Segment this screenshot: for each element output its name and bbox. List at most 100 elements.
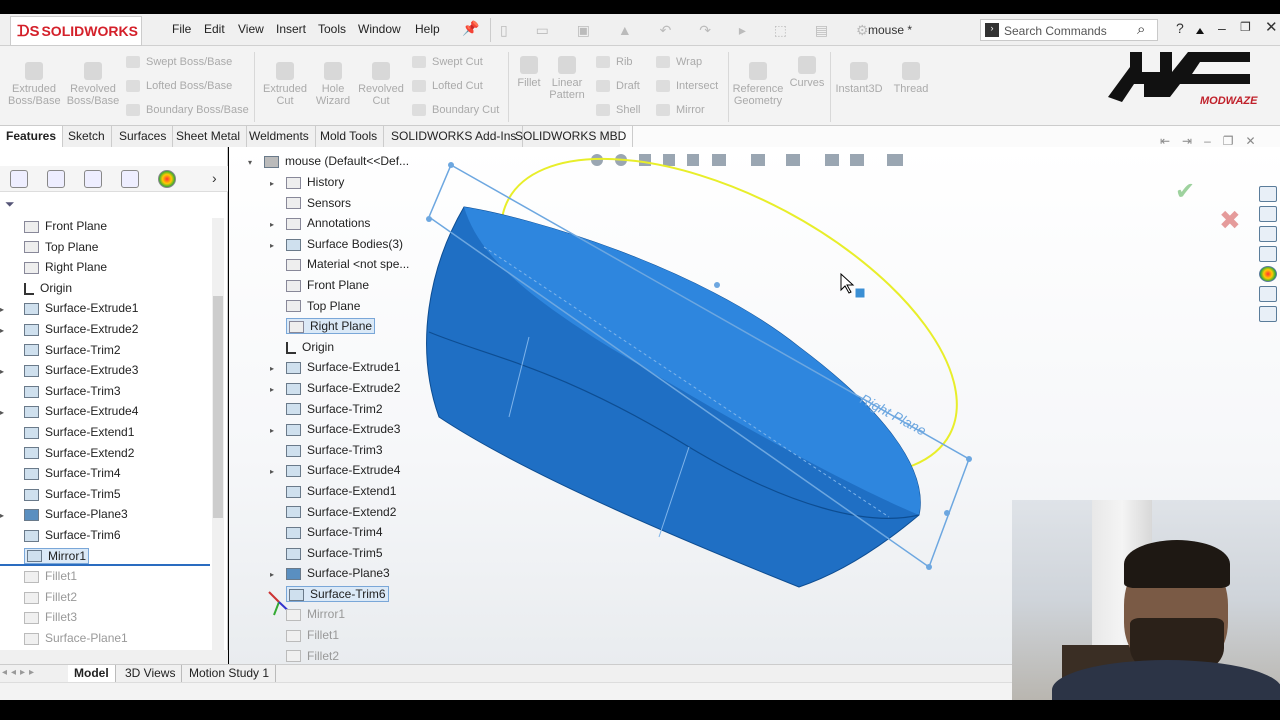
- tree-item-surface-trim6[interactable]: Surface-Trim6: [0, 525, 210, 546]
- boundary-boss-button[interactable]: Boundary Boss/Base: [126, 104, 249, 117]
- flyout-item-surface-extrude2[interactable]: ▸ Surface-Extrude2: [270, 378, 440, 399]
- tree-item-surface-extrude1[interactable]: ▸ Surface-Extrude1: [0, 298, 210, 319]
- flyout-item-surface-plane3[interactable]: ▸ Surface-Plane3: [270, 563, 440, 584]
- tree-item-surface-trim5[interactable]: Surface-Trim5: [0, 484, 210, 505]
- tree-item-surface-extend1[interactable]: Surface-Extend1: [0, 422, 210, 443]
- flyout-item-surface-bodies[interactable]: ▸ Surface Bodies(3): [270, 234, 440, 255]
- filter-icon[interactable]: ⏷: [5, 197, 19, 211]
- tree-item-surface-extrude3[interactable]: ▸ Surface-Extrude3: [0, 360, 210, 381]
- flyout-item-surface-trim6[interactable]: Surface-Trim6: [270, 584, 440, 605]
- resources-icon[interactable]: [1259, 206, 1277, 222]
- menu-file[interactable]: File: [172, 22, 191, 36]
- menu-help[interactable]: Help: [415, 22, 440, 36]
- flyout-item-surface-extend2[interactable]: Surface-Extend2: [270, 502, 440, 523]
- search-input[interactable]: Search Commands: [1004, 24, 1107, 38]
- tab-features[interactable]: Features: [0, 126, 64, 147]
- swept-boss-button[interactable]: Swept Boss/Base: [126, 56, 232, 69]
- flyout-item-top-plane[interactable]: Top Plane: [270, 296, 440, 317]
- tree-item-fillet2[interactable]: Fillet2: [0, 587, 210, 608]
- tab-motion-study[interactable]: Motion Study 1: [183, 665, 277, 682]
- tree-item-fillet1[interactable]: Fillet1: [0, 566, 210, 587]
- flyout-item-surface-extrude1[interactable]: ▸ Surface-Extrude1: [270, 357, 440, 378]
- cancel-x-icon[interactable]: ✖: [1219, 205, 1241, 235]
- shell-button[interactable]: Shell: [596, 104, 640, 117]
- wrap-button[interactable]: Wrap: [656, 56, 702, 69]
- revolved-cut-button[interactable]: Revolved Cut: [356, 62, 406, 107]
- flyout-item-annotations[interactable]: ▸ Annotations: [270, 213, 440, 234]
- flyout-item-origin[interactable]: Origin: [270, 337, 440, 358]
- menu-view[interactable]: View: [238, 22, 264, 36]
- menu-tools[interactable]: Tools: [318, 22, 346, 36]
- tab-surfaces[interactable]: Surfaces: [113, 126, 174, 147]
- linear-pattern-button[interactable]: Linear Pattern: [546, 56, 588, 101]
- flyout-item-front-plane[interactable]: Front Plane: [270, 275, 440, 296]
- tab-model[interactable]: Model: [68, 665, 116, 682]
- tree-item-surface-trim3[interactable]: Surface-Trim3: [0, 381, 210, 402]
- flyout-item-surface-trim5[interactable]: Surface-Trim5: [270, 543, 440, 564]
- close-window-button[interactable]: ✕: [1265, 18, 1278, 36]
- flyout-item-surface-extend1[interactable]: Surface-Extend1: [270, 481, 440, 502]
- extruded-cut-button[interactable]: Extruded Cut: [260, 62, 310, 107]
- hole-wizard-button[interactable]: Hole Wizard: [310, 62, 356, 107]
- flyout-item-surface-extrude4[interactable]: ▸ Surface-Extrude4: [270, 460, 440, 481]
- instant3d-button[interactable]: Instant3D: [834, 62, 884, 95]
- tree-item-right-plane[interactable]: Right Plane: [0, 257, 210, 278]
- tree-item-origin[interactable]: Origin: [0, 278, 210, 299]
- tree-item-front-plane[interactable]: Front Plane: [0, 216, 210, 237]
- revolved-boss-button[interactable]: Revolved Boss/Base: [66, 62, 120, 107]
- flyout-root-mouse[interactable]: ▾ mouse (Default<<Def...: [248, 151, 448, 172]
- flyout-item-surface-trim3[interactable]: Surface-Trim3: [270, 440, 440, 461]
- fillet-button[interactable]: Fillet: [512, 56, 546, 89]
- flyout-item-material[interactable]: Material <not spe...: [270, 254, 440, 275]
- curves-button[interactable]: Curves: [788, 56, 826, 89]
- tab-scroll-arrows[interactable]: ◂◂▸▸: [2, 667, 38, 678]
- thread-button[interactable]: Thread: [890, 62, 932, 95]
- extruded-boss-button[interactable]: Extruded Boss/Base: [8, 62, 61, 107]
- feature-manager-icon[interactable]: [10, 170, 28, 188]
- flyout-item-sensors[interactable]: Sensors: [270, 193, 440, 214]
- flyout-item-surface-extrude3[interactable]: ▸ Surface-Extrude3: [270, 419, 440, 440]
- property-manager-icon[interactable]: [47, 170, 65, 188]
- tab-3d-views[interactable]: 3D Views: [119, 665, 183, 682]
- tree-item-surface-plane1[interactable]: Surface-Plane1: [0, 628, 210, 649]
- menu-edit[interactable]: Edit: [204, 22, 225, 36]
- display-manager-icon[interactable]: [158, 170, 176, 188]
- tab-mold-tools[interactable]: Mold Tools: [314, 126, 385, 147]
- mirror-button[interactable]: Mirror: [656, 104, 705, 117]
- menu-window[interactable]: Window: [358, 22, 401, 36]
- tab-add-ins[interactable]: SOLIDWORKS Add-Ins: [385, 126, 524, 147]
- forum-icon[interactable]: [1259, 306, 1277, 322]
- file-explorer-icon[interactable]: [1259, 246, 1277, 262]
- tree-item-fillet3[interactable]: Fillet3: [0, 607, 210, 628]
- design-library-icon[interactable]: [1259, 226, 1277, 242]
- dimxpert-icon[interactable]: [121, 170, 139, 188]
- tab-weldments[interactable]: Weldments: [243, 126, 316, 147]
- tree-item-surface-extrude4[interactable]: ▸ Surface-Extrude4: [0, 401, 210, 422]
- custom-properties-icon[interactable]: [1259, 286, 1277, 302]
- tree-item-surface-trim4[interactable]: Surface-Trim4: [0, 463, 210, 484]
- solidworks-logo[interactable]: ᗪS SOLIDWORKS: [10, 16, 142, 46]
- appearances-icon[interactable]: [1259, 266, 1277, 282]
- reference-geometry-button[interactable]: Reference Geometry: [732, 62, 784, 107]
- menu-insert[interactable]: Insert: [276, 22, 306, 36]
- feature-tree-scroll-thumb[interactable]: [213, 296, 223, 518]
- viewport-window-controls[interactable]: ⇤⇥–❐✕: [1160, 134, 1268, 148]
- rib-button[interactable]: Rib: [596, 56, 633, 69]
- intersect-button[interactable]: Intersect: [656, 80, 718, 93]
- tab-mbd[interactable]: SOLIDWORKS MBD: [509, 126, 634, 147]
- tree-item-surface-plane3[interactable]: ▸ Surface-Plane3: [0, 504, 210, 525]
- confirm-checkmark-icon[interactable]: ✔: [1175, 178, 1195, 205]
- lofted-boss-button[interactable]: Lofted Boss/Base: [126, 80, 232, 93]
- tab-sketch[interactable]: Sketch: [62, 126, 112, 147]
- chevron-right-icon[interactable]: ›: [212, 170, 217, 186]
- quick-access-toolbar[interactable]: ▯ ▭ ▣ ▲ ↶ ↷ ▸ ⬚ ▤ ⚙: [500, 22, 881, 39]
- swept-cut-button[interactable]: Swept Cut: [412, 56, 483, 69]
- lofted-cut-button[interactable]: Lofted Cut: [412, 80, 483, 93]
- flyout-item-history[interactable]: ▸ History: [270, 172, 440, 193]
- flyout-item-fillet1[interactable]: Fillet1: [270, 625, 440, 646]
- flyout-item-right-plane[interactable]: Right Plane: [270, 316, 440, 337]
- pin-icon[interactable]: 📌: [462, 20, 479, 37]
- flyout-item-mirror1[interactable]: Mirror1: [270, 604, 440, 625]
- tree-item-surface-extrude2[interactable]: ▸ Surface-Extrude2: [0, 319, 210, 340]
- tree-item-mirror1[interactable]: Mirror1: [0, 546, 210, 567]
